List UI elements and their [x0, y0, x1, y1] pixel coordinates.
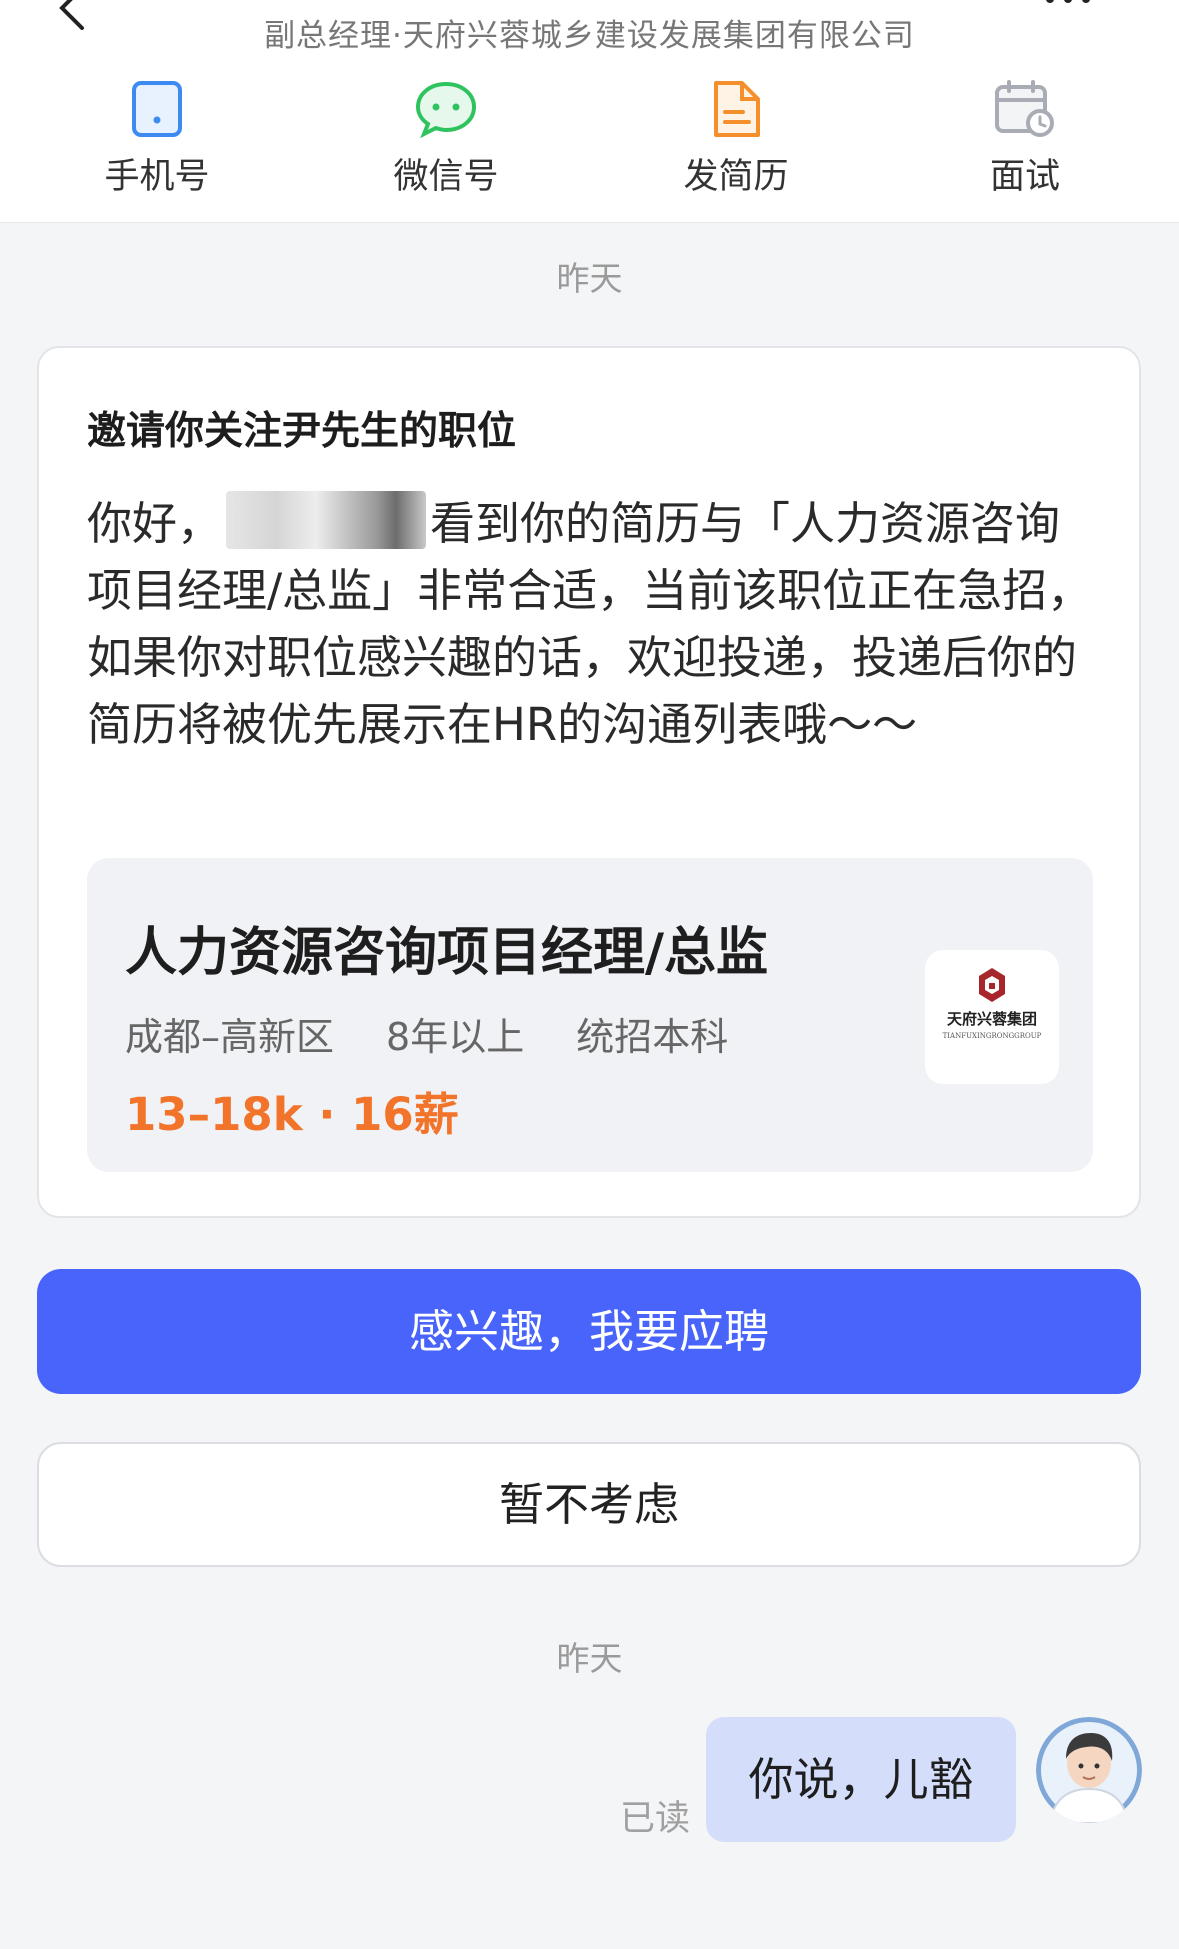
recruiter-subtitle: 副总经理·天府兴蓉城乡建设发展集团有限公司 [264, 18, 915, 54]
quick-actions: 手机号 微信号 发简历 面试 [0, 80, 1179, 210]
decline-button[interactable]: 暂不考虑 [37, 1442, 1141, 1567]
resume-icon [714, 81, 760, 137]
avatar[interactable] [1036, 1717, 1142, 1823]
job-experience: 8年以上 [386, 1015, 525, 1059]
job-title: 人力资源咨询项目经理/总监 [125, 923, 768, 983]
invite-body: 你好， 看到你的简历与「人力资源咨询项目经理/总监」非常合适，当前该职位正在急招，… [87, 490, 1099, 758]
chat-header: 副总经理·天府兴蓉城乡建设发展集团有限公司 手机号 微信号 发简历 面试 [0, 0, 1179, 223]
logo-subtext: TIANFUXINGRONGGROUP [943, 1032, 1042, 1040]
wechat-icon [415, 81, 477, 138]
more-dots-icon[interactable] [1040, 0, 1100, 8]
read-status: 已读 [620, 1799, 691, 1839]
redacted-name [226, 491, 427, 549]
date-separator: 昨天 [556, 1639, 623, 1678]
apply-button[interactable]: 感兴趣，我要应聘 [37, 1269, 1141, 1394]
interview-action[interactable]: 面试 [925, 80, 1125, 210]
phone-action[interactable]: 手机号 [57, 80, 257, 210]
job-card[interactable]: 人力资源咨询项目经理/总监 成都–高新区 8年以上 统招本科 13–18k · 16… [87, 858, 1093, 1172]
job-meta: 成都–高新区 8年以上 统招本科 [125, 1006, 780, 1061]
date-separator: 昨天 [556, 259, 623, 298]
phone-icon [132, 81, 182, 137]
interview-label: 面试 [989, 157, 1060, 197]
logo-text: 天府兴蓉集团 [947, 1010, 1037, 1028]
invite-greeting: 你好， [87, 497, 223, 550]
company-logo: 天府兴蓉集团 TIANFUXINGRONGGROUP [925, 950, 1059, 1084]
job-education: 统招本科 [576, 1015, 729, 1059]
invite-card: 邀请你关注尹先生的职位 你好， 看到你的简历与「人力资源咨询项目经理/总监」非常合… [37, 346, 1141, 1218]
send-resume-action[interactable]: 发简历 [636, 80, 836, 210]
wechat-action[interactable]: 微信号 [346, 80, 546, 210]
message-bubble[interactable]: 你说，儿豁 [706, 1717, 1016, 1842]
job-location: 成都–高新区 [125, 1015, 335, 1059]
wechat-action-label: 微信号 [393, 157, 499, 197]
invite-title: 邀请你关注尹先生的职位 [87, 409, 517, 454]
phone-action-label: 手机号 [104, 157, 210, 197]
send-resume-label: 发简历 [683, 157, 789, 197]
calendar-clock-icon [995, 80, 1054, 137]
job-salary: 13–18k · 16薪 [125, 1088, 459, 1141]
